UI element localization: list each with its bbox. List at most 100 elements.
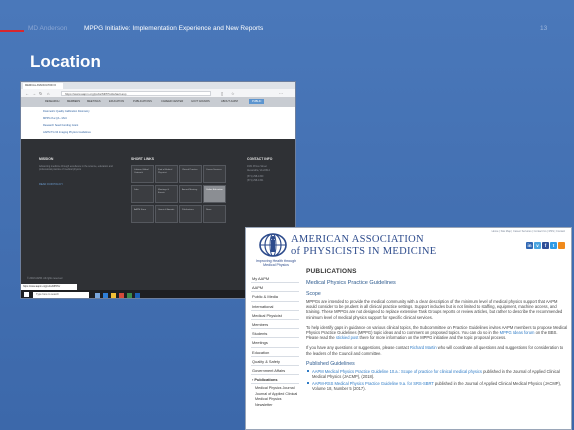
sidebar-item-members[interactable]: Members	[251, 320, 299, 330]
app-icon[interactable]	[127, 292, 132, 298]
taskbar-search-input[interactable]: Type here to search	[33, 292, 89, 298]
sidebar-item-quality-safety[interactable]: Quality & Safety	[251, 357, 299, 366]
back-icon[interactable]: ←	[25, 91, 29, 96]
shortlink-tile-highlighted[interactable]: Online Education	[203, 185, 226, 203]
mission-heading: MISSION	[39, 157, 54, 161]
contact-person-link[interactable]: Richard Martin	[410, 345, 437, 350]
browser-tab-bar: MEDICAL ASSOCIATION O	[21, 82, 295, 89]
list-item: AAPM Medical Physics Practice Guideline …	[306, 369, 568, 379]
org-name-line1: AMERICAN ASSOCIATION	[291, 234, 424, 245]
vimeo-icon[interactable]: v	[534, 242, 541, 249]
nav-item[interactable]: MEMBERS	[67, 100, 80, 103]
linkedin-icon[interactable]: in	[526, 242, 533, 249]
published-heading: Published Guidelines	[306, 360, 355, 367]
shortlink-tile[interactable]: Jobs	[131, 185, 154, 203]
sidebar-item-government-affairs[interactable]: Government Affairs	[251, 366, 299, 376]
sidebar-item-public-media[interactable]: Public & Media	[251, 292, 299, 302]
help-text: there for more information on the MPPG i…	[358, 335, 507, 341]
twitter-icon[interactable]: t	[550, 242, 557, 249]
shortlink-tile[interactable]: Lifetime Global Outreach	[131, 165, 154, 183]
shortlink-tile[interactable]: News	[203, 205, 226, 223]
page-subheading: Medical Physics Practice Guidelines	[306, 280, 396, 286]
shortlinks-heading: SHORT LINKS	[131, 157, 154, 161]
contact-line: 1631 Prince Street	[247, 165, 267, 168]
social-icons: in v f t	[525, 242, 565, 249]
url-input[interactable]: https://www.aapm.org/pubs/MPPG/default.a…	[61, 91, 211, 96]
slide-author: MD Anderson	[28, 25, 68, 32]
scope-paragraph: MPPGs are intended to provide the medica…	[306, 299, 563, 320]
shortlink-tile[interactable]: Annual Meeting	[179, 185, 202, 203]
refresh-icon[interactable]: ↻	[39, 91, 42, 96]
sidebar-item-publications[interactable]: › Publications	[251, 375, 299, 385]
page-number: 13	[540, 25, 548, 32]
list-item[interactable]: Research Seed Funding Grant	[43, 124, 78, 127]
nav-item[interactable]: MEETINGS	[87, 100, 101, 103]
scope-heading: Scope	[306, 291, 321, 297]
favorite-star-icon[interactable]: ☆	[231, 91, 235, 96]
windows-start-icon[interactable]	[24, 292, 29, 297]
contact-heading: CONTACT INFO	[247, 157, 273, 161]
utility-links[interactable]: Home | Site Map | Career Services | Cont…	[483, 230, 565, 233]
slide-header: MD Anderson MPPG Initiative: Implementat…	[0, 24, 574, 38]
shortlink-tile[interactable]: Publications	[179, 205, 202, 223]
sidebar-item-medical-physicist[interactable]: Medical Physicist	[251, 311, 299, 320]
mission-link[interactable]: READ OUR POLICY	[39, 183, 63, 186]
nav-item[interactable]: EDUCATION	[109, 100, 124, 103]
sidebar-item-aapm[interactable]: AAPM	[251, 283, 299, 293]
sidebar-item-education[interactable]: Education	[251, 348, 299, 357]
list-item[interactable]: AAPM TG 64 Imaging Physics Guidelines	[43, 131, 91, 134]
settings-icon[interactable]: ⋯	[279, 91, 283, 96]
forward-icon[interactable]: →	[32, 91, 36, 96]
contact-line: (571) 298-1301	[247, 179, 264, 182]
stickied-post-link[interactable]: stickied post	[336, 335, 359, 340]
list-item[interactable]: MPPG 8.a QA - MLC	[43, 117, 67, 120]
help-paragraph: To help identify gaps in guidance on var…	[306, 325, 568, 341]
reading-view-icon[interactable]: ▯	[221, 91, 223, 96]
sidebar-subitem[interactable]: Journal of Applied Clinical Medical Phys…	[251, 392, 299, 401]
nav-item[interactable]: ABOUT AAPM	[221, 100, 238, 103]
slide: MD Anderson MPPG Initiative: Implementat…	[0, 0, 574, 430]
aapm-sidebar: My AAPM AAPM Public & Media Internationa…	[251, 274, 299, 409]
sidebar-item-my-aapm[interactable]: My AAPM	[251, 274, 299, 284]
nav-item[interactable]: GOVT AFFAIRS	[191, 100, 210, 103]
nav-item-active[interactable]: PUBLIC	[249, 99, 265, 104]
home-icon[interactable]: ⌂	[47, 91, 49, 96]
shortlink-tile[interactable]: Career Services	[203, 165, 226, 183]
app-icon[interactable]	[119, 292, 124, 298]
slide-header-title: MPPG Initiative: Implementation Experien…	[84, 25, 264, 32]
sidebar-item-students[interactable]: Students	[251, 329, 299, 339]
nav-item[interactable]: PUBLICATIONS	[133, 100, 152, 103]
sidebar-item-international[interactable]: International	[251, 302, 299, 311]
sidebar-item-label: Publications	[254, 377, 278, 383]
copyright-text: © 2018 AAPM. All rights reserved	[27, 277, 63, 280]
facebook-icon[interactable]: f	[542, 242, 549, 249]
bullet-icon	[307, 370, 309, 373]
sidebar-subitem[interactable]: Newsletter	[251, 403, 299, 407]
nav-item[interactable]: CAREER CENTER	[161, 100, 183, 103]
nav-item[interactable]: RESEARCH	[45, 100, 59, 103]
app-icon[interactable]	[135, 292, 140, 298]
aapm-page-screenshot: AMERICAN ASSOCIATION of PHYSICISTS IN ME…	[245, 227, 572, 430]
mission-text: Advancing medicine through excellence in…	[39, 165, 113, 172]
sidebar-subitem[interactable]: Medical Physics Journal	[251, 386, 299, 390]
file-explorer-icon[interactable]	[111, 292, 116, 298]
shortlink-tile[interactable]: Clinical Practice	[179, 165, 202, 183]
task-view-icon[interactable]	[95, 292, 100, 298]
site-nav-bar: RESEARCH MEMBERS MEETINGS EDUCATION PUBL…	[21, 98, 295, 107]
org-tagline: Improving Health through Medical Physics	[255, 259, 297, 267]
shortlink-tile[interactable]: Find a Medical Physicist	[155, 165, 178, 183]
main-content: PUBLICATIONS Medical Physics Practice Gu…	[306, 268, 568, 391]
contact-line: (571) 298-1300	[247, 175, 264, 178]
edge-browser-icon[interactable]	[103, 292, 108, 298]
shortlink-tile[interactable]: AAPM Store	[131, 205, 154, 223]
page-heading: PUBLICATIONS	[306, 268, 357, 275]
list-item[interactable]: Dosimetric Quality Calibration Dosimetry	[43, 110, 90, 113]
content-list: Dosimetric Quality Calibration Dosimetry…	[21, 107, 295, 139]
aapm-logo-icon[interactable]	[258, 232, 288, 258]
shortlink-tile[interactable]: Grants & Awards	[155, 205, 178, 223]
shortlink-tile[interactable]: Meetings & Events	[155, 185, 178, 203]
bullet-icon	[307, 382, 309, 385]
sidebar-item-meetings[interactable]: Meetings	[251, 338, 299, 348]
slide-title: Location	[30, 52, 101, 71]
rss-icon[interactable]	[558, 242, 565, 249]
